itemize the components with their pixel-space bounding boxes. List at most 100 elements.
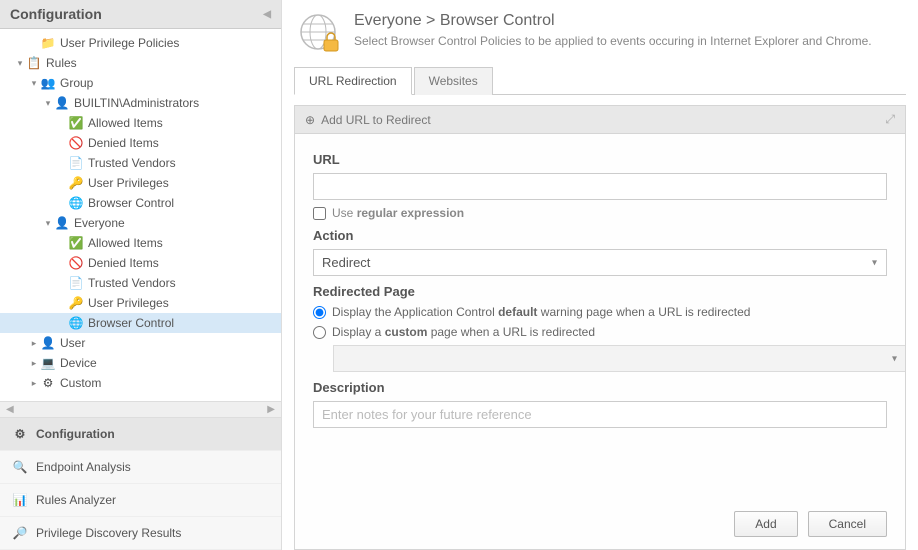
radio-default[interactable] [313,306,326,319]
url-input[interactable] [313,173,887,200]
browser-icon: 🌐 [68,195,84,211]
nav-item[interactable]: ⚙Configuration [0,418,281,451]
redirected-label: Redirected Page [313,284,887,299]
priv-icon: 🔑 [68,175,84,191]
tree-toggle[interactable]: ▸ [28,358,40,369]
page-title: Everyone > Browser Control [354,12,902,30]
discovery-icon: 🔎 [12,525,28,541]
add-button[interactable]: Add [734,511,797,537]
tree-item[interactable]: 🌐 Browser Control [0,313,281,333]
radio-default-row[interactable]: Display the Application Control default … [313,305,887,319]
main-header: Everyone > Browser Control Select Browse… [282,0,918,66]
globe-lock-icon [298,12,342,56]
tree-item[interactable]: 🚫 Denied Items [0,253,281,273]
nav-item[interactable]: 📊 Rules Analyzer [0,484,281,517]
tree-item[interactable]: ▾👤BUILTIN\Administrators [0,93,281,113]
tree-label: User [60,336,85,350]
main: Everyone > Browser Control Select Browse… [282,0,918,550]
tree-label: User Privileges [88,176,169,190]
tree-label: User Privileges [88,296,169,310]
tree-item[interactable]: ✅Allowed Items [0,113,281,133]
collapse-icon[interactable]: ◀ [263,9,271,20]
regex-checkbox[interactable] [313,207,326,220]
tree-item[interactable]: 📄 Trusted Vendors [0,153,281,173]
radio-default-label: Display the Application Control default … [332,305,750,319]
scroll-hint: ◀▶ [0,401,281,417]
tree-item[interactable]: ▸👤 User [0,333,281,353]
tree-item[interactable]: ▾👤 Everyone [0,213,281,233]
panel-title: Add URL to Redirect [321,113,431,127]
browser-icon: 🌐 [68,315,84,331]
tree-item[interactable]: 🔑 User Privileges [0,293,281,313]
tree-label: Denied Items [88,136,159,150]
panel: ⊕ Add URL to Redirect ⤢ URL Use regular … [294,105,906,550]
tree-item[interactable]: 🔑 User Privileges [0,173,281,193]
nav-label: Rules Analyzer [36,493,116,507]
tree-item[interactable]: ▾📋Rules [0,53,281,73]
button-row: Add Cancel [295,503,905,549]
radio-custom[interactable] [313,326,326,339]
description-input[interactable] [313,401,887,428]
tree-toggle[interactable]: ▾ [28,78,40,89]
tree-item[interactable]: 🚫 Denied Items [0,133,281,153]
allow-icon: ✅ [68,235,84,251]
sidebar: Configuration ◀ 📁User Privilege Policies… [0,0,282,550]
tab[interactable]: URL Redirection [294,67,412,95]
tree-label: Trusted Vendors [88,156,176,170]
action-label: Action [313,228,887,243]
tree-label: Denied Items [88,256,159,270]
tree-item[interactable]: ✅ Allowed Items [0,233,281,253]
nav-item[interactable]: 🔎Privilege Discovery Results [0,517,281,550]
tree-label: Browser Control [88,316,174,330]
allow-icon: ✅ [68,115,84,131]
tree-item[interactable]: 🌐Browser Control [0,193,281,213]
tree-label: Custom [60,376,101,390]
tree-label: Device [60,356,97,370]
radio-custom-label: Display a custom page when a URL is redi… [332,325,595,339]
radio-custom-row[interactable]: Display a custom page when a URL is redi… [313,325,887,339]
sidebar-title: Configuration [10,6,102,22]
page-description: Select Browser Control Policies to be ap… [354,34,902,48]
priv-icon: 🔑 [68,295,84,311]
tree-label: Rules [46,56,77,70]
panel-header: ⊕ Add URL to Redirect ⤢ [295,106,905,134]
tree-label: BUILTIN\Administrators [74,96,199,110]
user-icon: 👤 [40,335,56,351]
tree-toggle[interactable]: ▾ [42,218,54,229]
custom-page-select [333,345,905,372]
tree-item[interactable]: 📁User Privilege Policies [0,33,281,53]
tree-label: Trusted Vendors [88,276,176,290]
tree-item[interactable]: 📄 Trusted Vendors [0,273,281,293]
tree-label: Everyone [74,216,125,230]
vendor-icon: 📄 [68,155,84,171]
tree-toggle[interactable]: ▸ [28,338,40,349]
nav-label: Endpoint Analysis [36,460,131,474]
tree-toggle[interactable]: ▾ [14,58,26,69]
nav-item[interactable]: 🔍Endpoint Analysis [0,451,281,484]
cancel-button[interactable]: Cancel [808,511,887,537]
ranalyzer-icon: 📊 [12,492,28,508]
deny-icon: 🚫 [68,255,84,271]
tree-label: Group [60,76,93,90]
nav-list: ⚙Configuration🔍Endpoint Analysis 📊 Rules A… [0,417,281,550]
nav-label: Configuration [36,427,115,441]
deny-icon: 🚫 [68,135,84,151]
url-label: URL [313,152,887,167]
tree-toggle[interactable]: ▸ [28,378,40,389]
tree-toggle[interactable]: ▾ [42,98,54,109]
vendor-icon: 📄 [68,275,84,291]
users-icon: 👤 [54,215,70,231]
tree-item[interactable]: ▸⚙Custom [0,373,281,393]
tree-label: Allowed Items [88,236,163,250]
regex-label: Use regular expression [332,206,464,220]
regex-checkbox-row[interactable]: Use regular expression [313,206,887,220]
folder-icon: 📁 [40,35,56,51]
group-icon: 👥 [40,75,56,91]
action-select[interactable]: Redirect [313,249,887,276]
tab[interactable]: Websites [414,67,493,95]
tree-item[interactable]: ▾👥 Group [0,73,281,93]
expand-icon[interactable]: ⤢ [885,112,895,127]
tree-item[interactable]: ▸💻Device [0,353,281,373]
tabs: URL RedirectionWebsites [294,66,906,95]
add-icon: ⊕ [305,113,315,127]
